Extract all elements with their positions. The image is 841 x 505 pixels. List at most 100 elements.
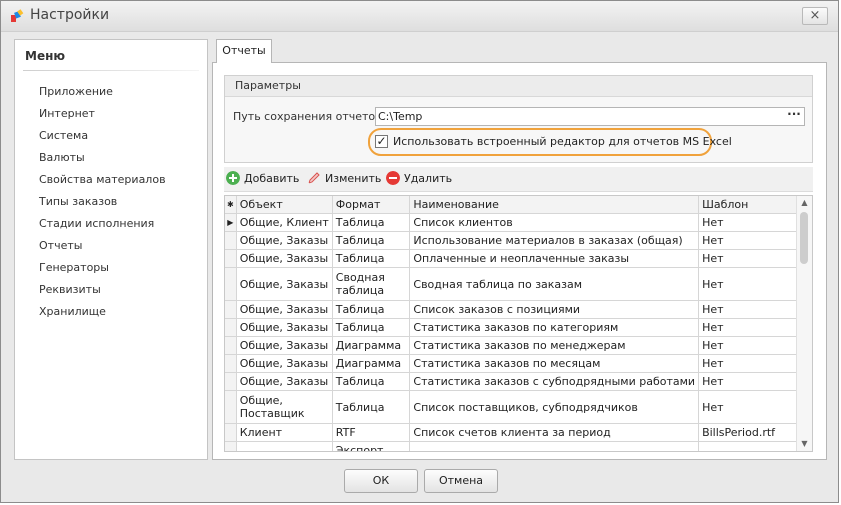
row-indicator — [225, 249, 237, 268]
table-row[interactable]: ▶ Общие, Клиент Таблица Список клиентов Нет — [225, 213, 812, 232]
cell-format: Таблица — [332, 390, 411, 424]
content-area: Отчеты Параметры Путь сохранения отчетов… — [212, 39, 827, 460]
table-row[interactable]: Общие, Поставщик Таблица Список поставщико… — [225, 390, 812, 424]
cell-name: Статистика заказов по менеджерам — [409, 336, 700, 355]
row-indicator — [225, 318, 237, 337]
vertical-scrollbar[interactable]: ▲ ▼ — [796, 196, 812, 451]
cell-template: Нет — [698, 300, 812, 319]
browse-button[interactable]: ··· — [786, 108, 802, 123]
cell-name: Список счетов клиента за период — [409, 423, 700, 442]
cell-object: Общие, Поставщик — [236, 390, 333, 424]
cell-name: Список заказов с позициями — [409, 300, 700, 319]
tab-reports[interactable]: Отчеты — [216, 39, 272, 63]
scroll-thumb[interactable] — [800, 212, 808, 264]
add-button-label: Добавить — [244, 172, 300, 185]
table-row[interactable]: Общие, Заказы Диаграмма Статистика заказов… — [225, 354, 812, 373]
menu-divider — [23, 70, 199, 71]
cell-template: Нет — [698, 372, 812, 391]
table-row[interactable]: Общие, Заказы Таблица Статистика заказов с… — [225, 372, 812, 391]
menu-item[interactable]: Хранилище — [39, 304, 166, 326]
menu-item[interactable]: Стадии исполнения — [39, 216, 166, 238]
row-indicator — [225, 300, 237, 319]
scroll-down-icon[interactable]: ▼ — [797, 437, 812, 451]
menu-item[interactable]: Валюты — [39, 150, 166, 172]
reports-toolbar: Добавить Изменить Удалить — [224, 167, 813, 192]
ok-button[interactable]: ОК — [344, 469, 418, 493]
table-row[interactable]: Экспорт — [225, 441, 812, 451]
pencil-icon — [308, 172, 320, 184]
cell-object: Общие, Клиент — [236, 213, 333, 232]
cell-name — [409, 441, 700, 451]
parameters-header: Параметры — [225, 76, 812, 97]
menu-panel: Меню Приложение Интернет Система Валюты Свой… — [14, 39, 208, 460]
column-header-object[interactable]: Объект — [236, 196, 333, 214]
cancel-button[interactable]: Отмена — [424, 469, 498, 493]
menu-list: Приложение Интернет Система Валюты Свойства … — [39, 84, 166, 326]
cell-object: Общие, Заказы — [236, 249, 333, 268]
cell-template: Нет — [698, 354, 812, 373]
menu-item[interactable]: Приложение — [39, 84, 166, 106]
cell-template: Нет — [698, 336, 812, 355]
cell-object: Общие, Заказы — [236, 336, 333, 355]
reports-grid[interactable]: ✱ Объект Формат Наименование Шаблон ▶ Общ… — [224, 195, 813, 452]
parameters-group: Параметры Путь сохранения отчетов: C:\Te… — [224, 75, 813, 163]
menu-item[interactable]: Типы заказов — [39, 194, 166, 216]
cell-template: Нет — [698, 390, 812, 424]
window-title: Настройки — [30, 7, 110, 23]
excel-editor-checkbox[interactable]: ✓ — [375, 135, 388, 148]
cell-name: Список поставщиков, субподрядчиков — [409, 390, 700, 424]
cell-name: Оплаченные и неоплаченные заказы — [409, 249, 700, 268]
table-row[interactable]: Клиент RTF Список счетов клиента за период… — [225, 423, 812, 442]
cell-format: Диаграмма — [332, 336, 411, 355]
menu-item[interactable]: Генераторы — [39, 260, 166, 282]
cell-template: Нет — [698, 213, 812, 232]
cell-template: Нет — [698, 249, 812, 268]
column-header-name[interactable]: Наименование — [409, 196, 700, 214]
row-indicator: ▶ — [225, 213, 237, 232]
column-header-template[interactable]: Шаблон — [698, 196, 812, 214]
menu-item[interactable]: Система — [39, 128, 166, 150]
delete-button[interactable]: Удалить — [386, 170, 452, 188]
table-row[interactable]: Общие, Заказы Таблица Оплаченные и неоплач… — [225, 249, 812, 268]
cell-object: Общие, Заказы — [236, 300, 333, 319]
cell-name: Использование материалов в заказах (обща… — [409, 231, 700, 250]
row-indicator — [225, 231, 237, 250]
checkmark-icon: ✓ — [376, 134, 387, 148]
column-header-format[interactable]: Формат — [332, 196, 411, 214]
cell-template: BillsPeriod.rtf — [698, 423, 812, 442]
save-path-input[interactable]: C:\Temp ··· — [375, 107, 805, 126]
cell-name: Статистика заказов по категориям — [409, 318, 700, 337]
cell-template — [698, 441, 812, 451]
edit-button[interactable]: Изменить — [307, 170, 381, 188]
scroll-up-icon[interactable]: ▲ — [797, 196, 812, 210]
table-row[interactable]: Общие, Заказы Таблица Использование матери… — [225, 231, 812, 250]
cell-format: Таблица — [332, 231, 411, 250]
title-bar[interactable]: Настройки × — [1, 1, 838, 32]
table-row[interactable]: Общие, Заказы Таблица Статистика заказов п… — [225, 318, 812, 337]
menu-item[interactable]: Отчеты — [39, 238, 166, 260]
cell-object: Общие, Заказы — [236, 354, 333, 373]
excel-editor-label[interactable]: Использовать встроенный редактор для отч… — [393, 135, 732, 148]
settings-window: Настройки × Меню Приложение Интернет Систе… — [0, 0, 839, 503]
row-indicator — [225, 354, 237, 373]
cell-format: Сводная таблица — [332, 267, 411, 301]
menu-item[interactable]: Реквизиты — [39, 282, 166, 304]
menu-item[interactable]: Свойства материалов — [39, 172, 166, 194]
cell-format: Таблица — [332, 249, 411, 268]
row-indicator — [225, 390, 237, 424]
cell-template: Нет — [698, 318, 812, 337]
close-icon: × — [809, 8, 821, 23]
row-indicator — [225, 423, 237, 442]
menu-item[interactable]: Интернет — [39, 106, 166, 128]
close-button[interactable]: × — [802, 7, 828, 25]
table-row[interactable]: Общие, Заказы Таблица Список заказов с поз… — [225, 300, 812, 319]
reports-table: ✱ Объект Формат Наименование Шаблон ▶ Общ… — [225, 196, 812, 451]
table-row[interactable]: Общие, Заказы Сводная таблица Сводная табл… — [225, 267, 812, 301]
row-indicator-header: ✱ — [225, 196, 237, 214]
row-indicator — [225, 372, 237, 391]
table-row[interactable]: Общие, Заказы Диаграмма Статистика заказов… — [225, 336, 812, 355]
add-button[interactable]: Добавить — [226, 170, 299, 188]
cell-template: Нет — [698, 267, 812, 301]
save-path-label: Путь сохранения отчетов: — [233, 110, 386, 123]
cell-format: Таблица — [332, 318, 411, 337]
